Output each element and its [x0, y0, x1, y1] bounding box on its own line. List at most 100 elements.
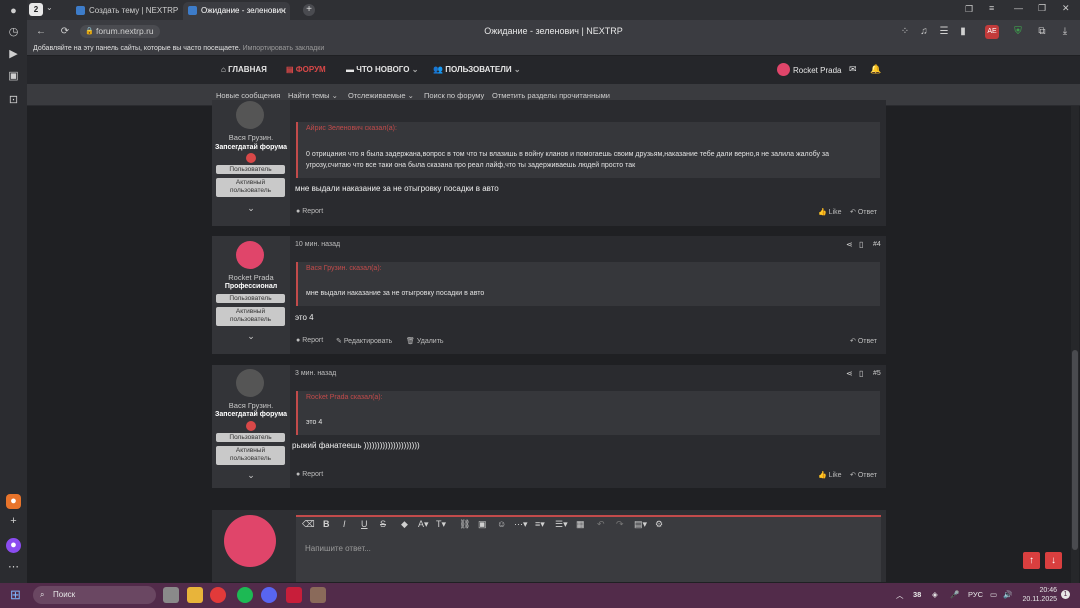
expand-chevron-icon[interactable]: ⌄ — [212, 331, 290, 342]
align-icon[interactable]: ≡▾ — [535, 519, 545, 530]
font-size-icon[interactable]: A▾ — [418, 519, 429, 530]
app-icon[interactable] — [310, 587, 326, 603]
bookmark-icon[interactable]: ▮ — [956, 25, 970, 39]
tab-create-topic[interactable]: Создать тему | NEXTRP — [71, 2, 181, 20]
tab-menu-chevron-icon[interactable]: ⌄ — [46, 3, 53, 12]
underline-icon[interactable]: U — [361, 519, 368, 529]
collections-icon[interactable]: ❐ — [965, 4, 973, 15]
close-tab-icon[interactable]: ✕ — [279, 2, 287, 20]
clear-format-icon[interactable]: ⌫ — [302, 519, 315, 530]
mail-icon[interactable]: ✉ — [849, 64, 857, 75]
bookmark-icon[interactable]: ▯ — [859, 369, 863, 378]
subnav-new-posts[interactable]: Новые сообщения — [216, 91, 280, 100]
reply-button[interactable]: ↶ Ответ — [850, 337, 877, 345]
scroll-top-button[interactable]: ↑ — [1023, 552, 1040, 569]
italic-icon[interactable]: I — [343, 519, 346, 529]
screenshot-icon[interactable]: ⊡ — [6, 93, 21, 108]
save-draft-icon[interactable]: ▤▾ — [634, 519, 647, 530]
expand-chevron-icon[interactable]: ⌄ — [212, 203, 290, 214]
extensions-icon[interactable]: ⁘ — [898, 25, 912, 39]
spotify-icon[interactable] — [237, 587, 253, 603]
network-icon[interactable]: ▭ — [990, 590, 997, 599]
close-window-icon[interactable]: ✕ — [1062, 3, 1070, 14]
expand-chevron-icon[interactable]: ⌄ — [212, 470, 290, 481]
nav-users[interactable]: 👥 ПОЛЬЗОВАТЕЛИ ⌄ — [433, 65, 521, 74]
tab-count-badge[interactable]: 2 — [29, 3, 43, 16]
user-avatar[interactable] — [777, 63, 790, 76]
settings-icon[interactable]: ⚙ — [655, 519, 663, 530]
headphones-icon[interactable]: ♫ — [917, 25, 931, 39]
avatar[interactable] — [236, 241, 264, 269]
download-icon[interactable]: ⤓ — [1058, 25, 1072, 39]
play-icon[interactable]: ▶ — [6, 47, 21, 62]
yandex-browser-icon[interactable] — [210, 587, 226, 603]
file-explorer-icon[interactable] — [187, 587, 203, 603]
scrollbar-thumb[interactable] — [1072, 350, 1078, 550]
restore-icon[interactable]: ❐ — [1038, 3, 1046, 14]
reply-placeholder[interactable]: Напишите ответ... — [305, 544, 371, 553]
font-family-icon[interactable]: T▾ — [436, 519, 446, 530]
reply-button[interactable]: ↶ Ответ — [850, 471, 877, 479]
subnav-find-threads[interactable]: Найти темы ⌄ — [288, 91, 338, 100]
tray-app-icon[interactable]: ◈ — [932, 590, 938, 599]
table-icon[interactable]: ▦ — [576, 519, 585, 530]
avatar[interactable] — [236, 369, 264, 397]
profile-icon[interactable]: ● — [6, 4, 21, 19]
shield-icon[interactable]: ⛨ — [1011, 25, 1025, 39]
tab-waiting[interactable]: Ожидание - зеленович ✕ — [183, 2, 290, 20]
emoji-icon[interactable]: ☺ — [497, 519, 506, 529]
share-icon[interactable]: ⋖ — [846, 369, 853, 378]
task-view-icon[interactable] — [163, 587, 179, 603]
language-indicator[interactable]: РУС — [968, 590, 983, 599]
windows-start-icon[interactable]: ⊞ — [10, 587, 25, 602]
nav-home[interactable]: ⌂ ГЛАВНАЯ — [221, 65, 267, 74]
game-launcher-icon[interactable] — [286, 587, 302, 603]
more-icon[interactable]: ⋯▾ — [514, 519, 528, 530]
discord-icon[interactable] — [261, 587, 277, 603]
app-icon[interactable]: ● — [6, 494, 21, 509]
list-icon[interactable]: ☰▾ — [555, 519, 568, 530]
delete-link[interactable]: 🗑 Удалить — [406, 337, 444, 345]
bold-icon[interactable]: B — [323, 519, 330, 529]
tray-chevron-icon[interactable]: ︿ — [896, 590, 904, 601]
post-number[interactable]: #4 — [873, 241, 881, 248]
avatar[interactable] — [236, 101, 264, 129]
subnav-watched[interactable]: Отслеживаемые ⌄ — [348, 91, 414, 100]
reply-button[interactable]: ↶ Ответ — [850, 208, 877, 216]
tabs-icon[interactable]: ▣ — [6, 69, 21, 84]
ae-extension-icon[interactable]: AE — [985, 25, 999, 39]
undo-icon[interactable]: ↶ — [597, 519, 605, 530]
notification-icon[interactable]: 1 — [1061, 590, 1070, 599]
minimize-icon[interactable]: — — [1014, 3, 1023, 13]
nav-whats-new[interactable]: ▬ ЧТО НОВОГО ⌄ — [346, 65, 418, 74]
bell-icon[interactable]: 🔔 — [870, 64, 881, 75]
nav-forum[interactable]: ▤ ФОРУМ — [286, 65, 326, 74]
new-tab-button[interactable]: + — [303, 4, 315, 16]
subnav-mark-read[interactable]: Отметить разделы прочитанными — [492, 91, 610, 100]
microphone-icon[interactable]: 🎤 — [950, 590, 959, 599]
username[interactable]: Rocket Prada — [212, 273, 290, 282]
link-icon[interactable]: ⛓ — [459, 519, 470, 530]
bookmark-icon[interactable]: ▯ — [859, 240, 863, 249]
report-link[interactable]: ● Report — [296, 337, 323, 344]
quote-author[interactable]: Айрис Зеленович сказал(а): — [306, 125, 397, 132]
reader-icon[interactable]: ☰ — [937, 25, 951, 39]
like-button[interactable]: 👍 Like — [818, 471, 842, 479]
post-time[interactable]: 3 мин. назад — [295, 370, 336, 377]
current-user[interactable]: Rocket Prada — [793, 66, 841, 75]
tray-badge[interactable]: 38 — [913, 590, 921, 599]
assistant-icon[interactable]: ● — [6, 538, 21, 553]
menu-icon[interactable]: ≡ — [989, 3, 994, 13]
more-icon[interactable]: ⋯ — [6, 560, 21, 575]
report-link[interactable]: ● Report — [296, 208, 323, 215]
report-link[interactable]: ● Report — [296, 471, 323, 478]
redo-icon[interactable]: ↷ — [616, 519, 624, 530]
quote-author[interactable]: Rocket Prada сказал(а): — [306, 394, 383, 401]
clock[interactable]: 20:46 20.11.2025 — [1022, 586, 1057, 604]
quote-author[interactable]: Вася Грузин. сказал(а): — [306, 265, 382, 272]
scroll-bottom-button[interactable]: ↓ — [1045, 552, 1062, 569]
history-icon[interactable]: ◷ — [6, 25, 21, 40]
post-time[interactable]: 10 мин. назад — [295, 241, 340, 248]
import-bookmarks-link[interactable]: Импортировать закладки — [243, 45, 325, 52]
post-number[interactable]: #5 — [873, 370, 881, 377]
